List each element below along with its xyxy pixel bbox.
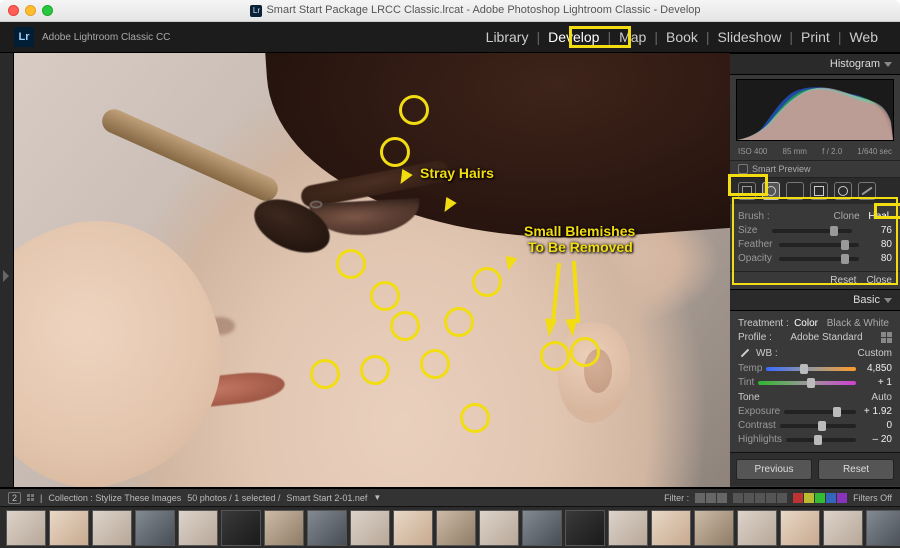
minimize-window-button[interactable] bbox=[25, 5, 36, 16]
profile-select[interactable]: Adobe Standard bbox=[790, 332, 862, 343]
thumbnail[interactable] bbox=[737, 510, 777, 546]
histogram-header[interactable]: Histogram bbox=[730, 53, 900, 75]
thumbnail[interactable] bbox=[6, 510, 46, 546]
thumbnail[interactable] bbox=[522, 510, 562, 546]
thumbnail[interactable] bbox=[436, 510, 476, 546]
thumbnail[interactable] bbox=[307, 510, 347, 546]
tone-auto-button[interactable]: Auto bbox=[871, 392, 892, 403]
thumbnail[interactable] bbox=[49, 510, 89, 546]
highlight-develop bbox=[569, 26, 631, 48]
filters-off-label[interactable]: Filters Off bbox=[853, 493, 892, 503]
previous-button[interactable]: Previous bbox=[736, 459, 812, 480]
app-topbar: Lr Adobe Lightroom Classic CC Library| D… bbox=[0, 22, 900, 52]
color-label-filter[interactable] bbox=[793, 493, 847, 503]
thumbnail-strip[interactable] bbox=[0, 507, 900, 549]
thumbnail[interactable] bbox=[221, 510, 261, 546]
grid-view-icon[interactable] bbox=[27, 494, 34, 501]
develop-right-panel: Histogram ISO 40085 mmf / 2.01/640 sec S… bbox=[730, 53, 900, 487]
current-file: Smart Start 2-01.nef bbox=[286, 493, 367, 503]
rating-filter[interactable] bbox=[733, 493, 787, 503]
highlight-spot-tool bbox=[730, 174, 768, 196]
thumbnail[interactable] bbox=[565, 510, 605, 546]
photo-count: 50 photos / 1 selected / bbox=[187, 493, 280, 503]
image-canvas[interactable]: Stray Hairs Small Blemishes To Be Remove… bbox=[0, 53, 730, 487]
thumbnail[interactable] bbox=[823, 510, 863, 546]
tint-slider[interactable] bbox=[758, 381, 856, 385]
module-book[interactable]: Book bbox=[658, 25, 706, 49]
filmstrip: 2 | Collection : Stylize These Images 50… bbox=[0, 488, 900, 548]
thumbnail[interactable] bbox=[393, 510, 433, 546]
second-window-button[interactable]: 2 bbox=[8, 492, 21, 504]
app-name-label: Adobe Lightroom Classic CC bbox=[42, 32, 170, 43]
wb-dropper-icon[interactable] bbox=[738, 346, 752, 360]
histogram-info: ISO 40085 mmf / 2.01/640 sec bbox=[730, 145, 900, 160]
thumbnail[interactable] bbox=[92, 510, 132, 546]
window-title: LrSmart Start Package LRCC Classic.lrcat… bbox=[59, 4, 892, 17]
thumbnail[interactable] bbox=[135, 510, 175, 546]
thumbnail[interactable] bbox=[264, 510, 304, 546]
thumbnail[interactable] bbox=[780, 510, 820, 546]
thumbnail[interactable] bbox=[608, 510, 648, 546]
treatment-bw[interactable]: Black & White bbox=[824, 318, 892, 329]
collection-path[interactable]: Collection : Stylize These Images bbox=[48, 493, 181, 503]
flag-filter[interactable] bbox=[695, 493, 727, 503]
thumbnail[interactable] bbox=[479, 510, 519, 546]
highlights-slider[interactable] bbox=[786, 438, 856, 442]
treatment-color[interactable]: Color bbox=[791, 318, 821, 329]
filter-label: Filter : bbox=[664, 493, 689, 503]
reset-button[interactable]: Reset bbox=[818, 459, 894, 480]
wb-select[interactable]: Custom bbox=[858, 348, 892, 359]
profile-browser-icon[interactable] bbox=[881, 332, 892, 343]
zoom-window-button[interactable] bbox=[42, 5, 53, 16]
module-slideshow[interactable]: Slideshow bbox=[710, 25, 790, 49]
mac-titlebar: LrSmart Start Package LRCC Classic.lrcat… bbox=[0, 0, 900, 22]
thumbnail[interactable] bbox=[694, 510, 734, 546]
temp-slider[interactable] bbox=[766, 367, 856, 371]
highlight-brush-panel bbox=[732, 197, 898, 285]
basic-header[interactable]: Basic bbox=[730, 289, 900, 311]
thumbnail[interactable] bbox=[651, 510, 691, 546]
histogram[interactable] bbox=[736, 79, 894, 141]
thumbnail[interactable] bbox=[178, 510, 218, 546]
thumbnail[interactable] bbox=[866, 510, 900, 546]
module-web[interactable]: Web bbox=[841, 25, 886, 49]
thumbnail[interactable] bbox=[350, 510, 390, 546]
close-window-button[interactable] bbox=[8, 5, 19, 16]
lightroom-logo-icon: Lr bbox=[14, 27, 34, 47]
module-picker: Library| Develop| Map| Book| Slideshow| … bbox=[478, 25, 886, 49]
module-print[interactable]: Print bbox=[793, 25, 838, 49]
exposure-slider[interactable] bbox=[784, 410, 856, 414]
left-panel-collapse[interactable] bbox=[0, 53, 14, 487]
contrast-slider[interactable] bbox=[780, 424, 856, 428]
module-library[interactable]: Library bbox=[478, 25, 537, 49]
